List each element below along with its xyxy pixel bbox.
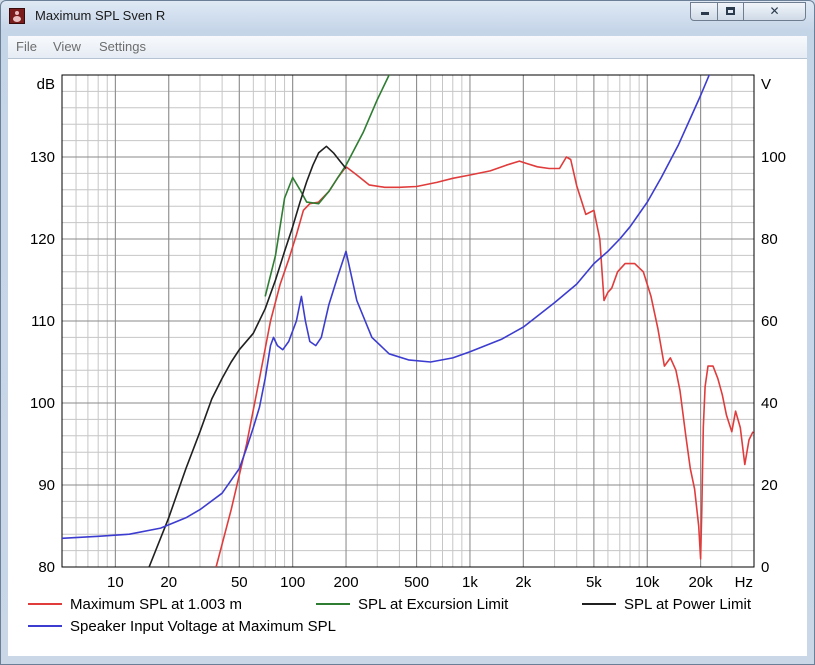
y2-tick-label: 80: [761, 231, 778, 248]
menu-view[interactable]: View: [53, 39, 81, 54]
title-bar[interactable]: Maximum SPL Sven R ✕: [1, 1, 814, 31]
y-tick-label: 80: [38, 559, 55, 576]
x-tick-label: 10k: [635, 574, 660, 591]
y-tick-label: 90: [38, 477, 55, 494]
y2-tick-label: 0: [761, 559, 769, 576]
y-tick-label: 100: [30, 395, 55, 412]
legend-label-3: Speaker Input Voltage at Maximum SPL: [70, 618, 336, 635]
menu-bar: File View Settings: [8, 36, 807, 59]
legend: Maximum SPL at 1.003 m SPL at Excursion L…: [28, 596, 752, 635]
y2-tick-label: 40: [761, 395, 778, 412]
x-tick-label: 1k: [462, 574, 478, 591]
x-tick-label: 200: [334, 574, 359, 591]
legend-label-0: Maximum SPL at 1.003 m: [70, 596, 242, 613]
x-tick-label: 5k: [586, 574, 602, 591]
x-tick-label: 20: [160, 574, 177, 591]
x-tick-label: 20k: [689, 574, 714, 591]
y-tick-label: 130: [30, 149, 55, 166]
minimize-button[interactable]: [690, 2, 718, 21]
y-tick-label: 120: [30, 231, 55, 248]
spl-chart: 80 90 100 110 120 130 0 20 40 60 80 100 10 20 50 100 200…: [28, 74, 786, 635]
y2-axis-label: V: [761, 76, 771, 93]
y-tick-label: 110: [31, 313, 55, 330]
grid: [61, 74, 755, 568]
close-button[interactable]: ✕: [743, 2, 806, 21]
maximize-icon: [726, 7, 735, 15]
chart-area: 80 90 100 110 120 130 0 20 40 60 80 100 10 20 50 100 200…: [8, 59, 807, 656]
y2-tick-label: 20: [761, 477, 778, 494]
x-tick-label: 50: [231, 574, 248, 591]
window-title: Maximum SPL Sven R: [35, 8, 166, 23]
x-tick-label: 10: [107, 574, 124, 591]
maximize-button[interactable]: [717, 2, 744, 21]
speaker-icon: [9, 8, 25, 24]
y2-tick-label: 60: [761, 313, 778, 330]
legend-label-1: SPL at Excursion Limit: [358, 596, 509, 613]
x-tick-label: 100: [280, 574, 305, 591]
x-tick-label: 500: [404, 574, 429, 591]
x-tick-label: 2k: [515, 574, 531, 591]
x-axis-unit: Hz: [735, 574, 753, 591]
close-icon: ✕: [769, 4, 780, 18]
minimize-icon: [701, 12, 709, 15]
y-axis-label: dB: [37, 76, 55, 93]
menu-settings[interactable]: Settings: [99, 39, 146, 54]
app-window: Maximum SPL Sven R ✕ File View Settings …: [0, 0, 815, 665]
menu-file[interactable]: File: [16, 39, 37, 54]
legend-label-2: SPL at Power Limit: [624, 596, 752, 613]
y2-tick-label: 100: [761, 149, 786, 166]
